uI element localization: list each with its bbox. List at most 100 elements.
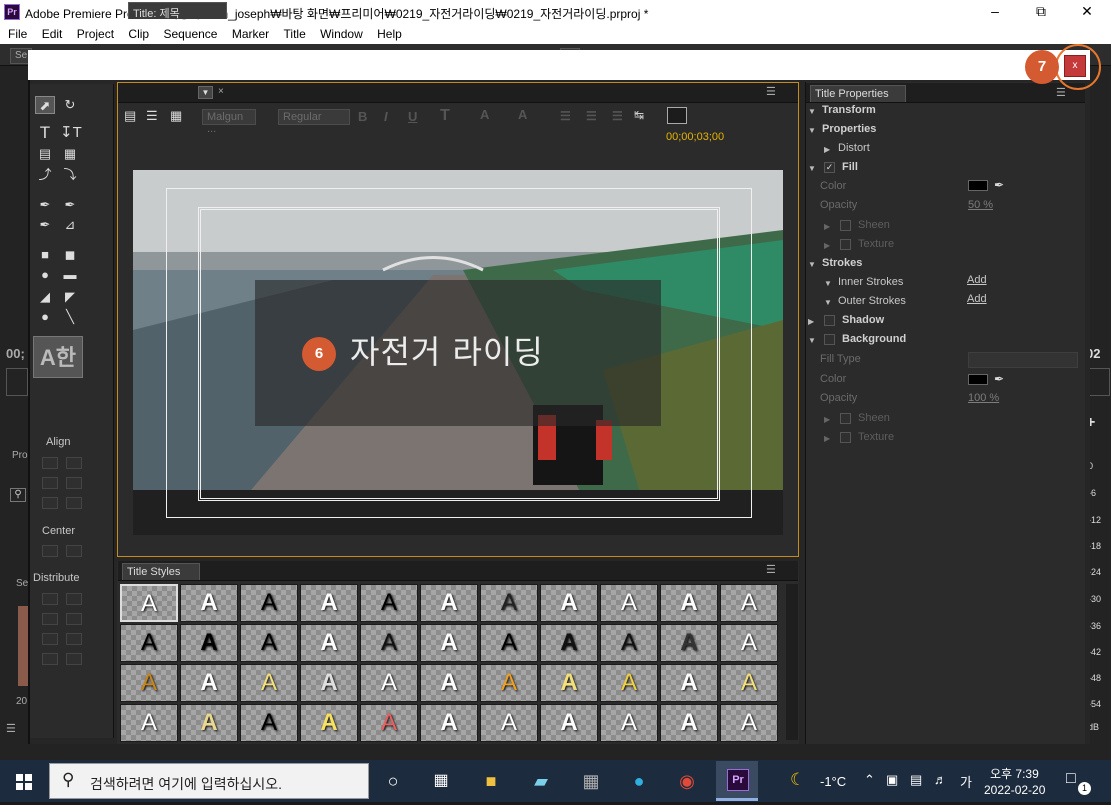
menu-edit[interactable]: Edit (42, 24, 63, 41)
style-preset-swatch[interactable]: A (660, 664, 718, 702)
window-close-button[interactable]: ✕ (1064, 0, 1110, 24)
arc-tool-icon[interactable]: ◤ (60, 288, 80, 306)
expand-fill-icon[interactable]: ▼ (808, 164, 816, 173)
volume-icon[interactable]: ♬ (934, 772, 947, 787)
style-preset-swatch[interactable]: A (120, 664, 178, 702)
task-view-icon[interactable]: ▦ (428, 768, 454, 794)
bg-color-swatch[interactable] (968, 374, 988, 385)
style-preset-swatch[interactable]: A (600, 664, 658, 702)
bg-opacity-value[interactable]: 100 % (968, 392, 999, 404)
rounded-rectangle-tool-icon[interactable]: ◼ (60, 246, 80, 264)
style-preset-swatch[interactable]: A (180, 584, 238, 622)
title-dropdown-icon[interactable]: ▼ (198, 86, 213, 99)
style-preset-swatch[interactable]: A (420, 584, 478, 622)
expand-texture-icon[interactable]: ▶ (824, 241, 830, 250)
weather-moon-icon[interactable]: ☾ (790, 770, 805, 790)
rotation-tool-icon[interactable]: ↻ (60, 96, 80, 114)
style-preset-swatch[interactable]: A (660, 704, 718, 742)
new-title-icon[interactable]: ▤ (124, 108, 136, 124)
add-anchor-tool-icon[interactable]: ✒ (35, 216, 55, 234)
show-video-icon[interactable] (667, 107, 687, 124)
align-vcenter-icon[interactable] (66, 477, 82, 489)
align-bottom-icon[interactable] (66, 497, 82, 509)
style-preset-swatch[interactable]: A (300, 624, 358, 662)
menu-clip[interactable]: Clip (128, 24, 149, 41)
title-tab-close-icon[interactable]: × (218, 86, 224, 97)
distribute-hspace-icon[interactable] (42, 653, 58, 665)
style-preset-swatch[interactable]: A (480, 584, 538, 622)
menu-window[interactable]: Window (320, 24, 363, 41)
meet-now-icon[interactable]: ▣ (886, 772, 898, 788)
network-icon[interactable]: ▤ (910, 772, 922, 788)
selection-tool-icon[interactable]: ⬈ (35, 96, 55, 114)
background-video-timecode[interactable]: 00;00;03;00 (666, 131, 724, 143)
style-preset-swatch[interactable]: A (120, 624, 178, 662)
chrome-browser-icon[interactable]: ◉ (674, 768, 700, 794)
style-preset-swatch[interactable]: A (540, 584, 598, 622)
align-hcenter-icon[interactable] (42, 477, 58, 489)
rounded-corner-tool-icon[interactable]: ▬ (60, 266, 80, 284)
bg-texture-checkbox[interactable] (840, 432, 851, 443)
expand-inner-strokes-icon[interactable]: ▼ (824, 279, 832, 288)
style-preset-swatch[interactable]: A (360, 664, 418, 702)
templates-icon[interactable]: ▦ (170, 108, 182, 124)
transform-section[interactable]: Transform (822, 104, 876, 116)
style-preset-swatch[interactable]: A (300, 664, 358, 702)
fill-checkbox[interactable]: ✓ (824, 162, 835, 173)
style-preset-swatch[interactable]: A (360, 704, 418, 742)
vertical-area-type-tool-icon[interactable]: ▦ (60, 145, 80, 163)
calculator-icon[interactable]: ▦ (578, 768, 604, 794)
style-preset-swatch[interactable]: A (660, 584, 718, 622)
distribute-top-icon[interactable] (66, 593, 82, 605)
fill-opacity-value[interactable]: 50 % (968, 199, 993, 211)
bold-icon[interactable]: B (358, 109, 367, 124)
file-explorer-icon[interactable]: ■ (478, 768, 504, 794)
vertical-type-tool-icon[interactable]: ↧T (60, 124, 82, 142)
style-preset-swatch[interactable]: A (540, 624, 598, 662)
add-inner-stroke-link[interactable]: Add (967, 274, 987, 286)
style-preset-swatch[interactable]: A (240, 664, 298, 702)
style-preset-swatch[interactable]: A (420, 664, 478, 702)
style-preset-swatch[interactable]: A (360, 624, 418, 662)
menu-sequence[interactable]: Sequence (163, 24, 217, 41)
taskbar-search-box[interactable]: ⚲ 검색하려면 여기에 입력하십시오. (49, 763, 369, 799)
center-vertical-icon[interactable] (66, 545, 82, 557)
align-right-icon[interactable] (42, 497, 58, 509)
search-icon[interactable]: ⚲ (10, 488, 26, 502)
expand-shadow-icon[interactable]: ▶ (808, 317, 814, 326)
distribute-vspace-icon[interactable] (66, 653, 82, 665)
pen-tool-icon[interactable]: ✒ (35, 196, 55, 214)
kerning-icon[interactable]: A (480, 107, 489, 122)
center-horizontal-icon[interactable] (42, 545, 58, 557)
expand-sheen-icon[interactable]: ▶ (824, 222, 830, 231)
minimize-button[interactable]: – (972, 0, 1018, 24)
expand-strokes-icon[interactable]: ▼ (808, 260, 816, 269)
edge-browser-icon[interactable]: ● (626, 768, 652, 794)
style-preset-swatch[interactable]: A (480, 704, 538, 742)
style-preset-swatch[interactable]: A (720, 624, 778, 662)
rectangle-tool-icon[interactable]: ■ (35, 246, 55, 264)
distribute-hcenter-icon[interactable] (42, 613, 58, 625)
properties-section[interactable]: Properties (822, 123, 876, 135)
style-preset-swatch[interactable]: A (720, 584, 778, 622)
title-panel-tab[interactable]: Title: 제목 (128, 2, 227, 20)
clock-date[interactable]: 2022-02-20 (984, 783, 1045, 797)
vertical-path-type-tool-icon[interactable]: ⤵ (60, 166, 80, 184)
distribute-right-icon[interactable] (42, 633, 58, 645)
tab-stops-icon[interactable]: ↹ (634, 108, 644, 122)
expand-transform-icon[interactable]: ▼ (808, 107, 816, 116)
properties-panel-tab[interactable]: Title Properties (810, 85, 906, 102)
italic-icon[interactable]: I (384, 109, 388, 124)
style-preset-swatch[interactable]: A (480, 664, 538, 702)
convert-anchor-tool-icon[interactable]: ⊿ (60, 216, 80, 234)
bg-sheen-checkbox[interactable] (840, 413, 851, 424)
style-preset-swatch[interactable]: A (120, 704, 178, 742)
styles-panel-tab[interactable]: Title Styles (122, 563, 200, 580)
style-preset-swatch[interactable]: A (600, 704, 658, 742)
style-preset-swatch[interactable]: A (420, 624, 478, 662)
background-checkbox[interactable] (824, 334, 835, 345)
list-view-icon[interactable]: ☰ (6, 722, 16, 735)
delete-anchor-tool-icon[interactable]: ✒ (60, 196, 80, 214)
maximize-button[interactable]: ⧉ (1018, 0, 1064, 24)
area-type-tool-icon[interactable]: ▤ (35, 145, 55, 163)
